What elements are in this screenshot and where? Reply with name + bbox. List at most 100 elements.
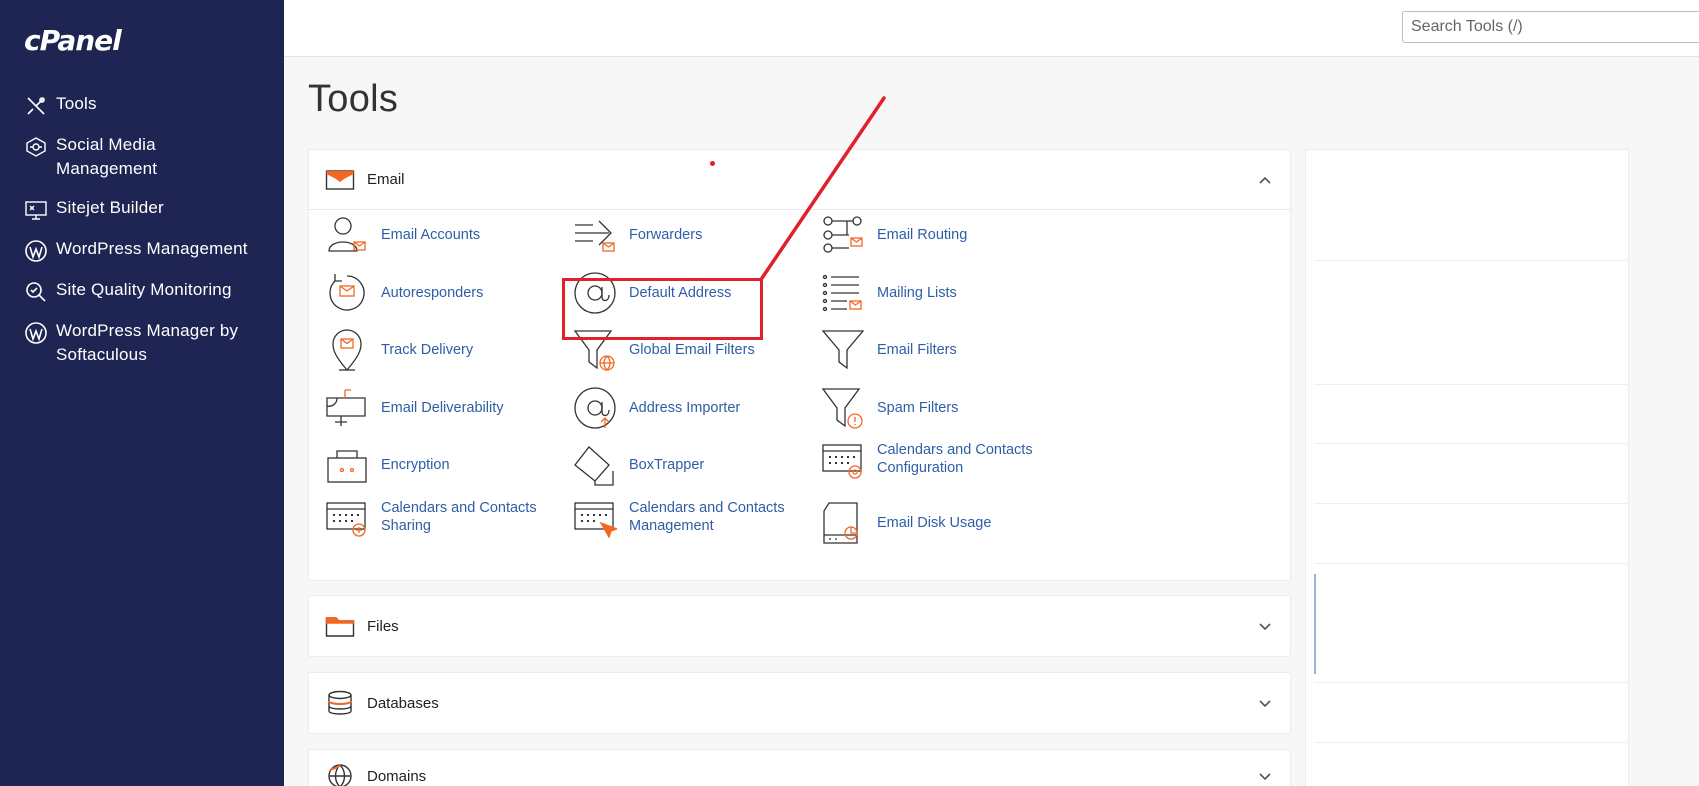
section-title: Files <box>367 617 399 635</box>
email-section: Email Email Accounts Forwarders Email Ro… <box>308 149 1291 581</box>
section-title: Domains <box>367 767 427 785</box>
database-icon <box>328 690 352 715</box>
tool-label: Encryption <box>381 457 450 473</box>
disk-usage-icon <box>823 502 858 544</box>
tool-label: Forwarders <box>629 227 703 243</box>
cpanel-logo[interactable]: cPanel <box>24 24 122 57</box>
tool-label: Address Importer <box>629 400 741 416</box>
sidebar-item-label: Tools <box>56 94 97 113</box>
top-header <box>284 0 1699 57</box>
search-input[interactable] <box>1402 11 1699 43</box>
calendar-management-icon <box>574 502 617 539</box>
sidebar-item-label: Site Quality Monitoring <box>56 280 232 299</box>
divider <box>1314 742 1628 743</box>
tool-label: Calendars and Contacts Configuration <box>877 442 1033 476</box>
mailbox-icon <box>326 389 366 426</box>
sidebar-nav: Tools Social Media Management Sitejet Bu… <box>0 88 284 378</box>
tool-encryption[interactable]: Encryption <box>325 442 565 488</box>
annotation-highlight-box <box>562 278 763 340</box>
divider <box>1314 384 1628 385</box>
tool-email-disk-usage[interactable]: Email Disk Usage <box>821 500 1061 546</box>
page-title: Tools <box>308 78 399 120</box>
section-title: Email <box>367 171 405 188</box>
sidebar-item-sitejet[interactable]: Sitejet Builder <box>0 192 284 226</box>
tool-label: Global Email Filters <box>629 342 755 358</box>
sidebar-item-wordpress-softaculous[interactable]: WordPress Manager by Softaculous <box>0 315 284 371</box>
tool-label: Autoresponders <box>381 285 484 301</box>
files-section: Files <box>308 595 1291 657</box>
divider <box>1314 443 1628 444</box>
annotation-dot <box>710 161 715 166</box>
tool-label: Calendars and Contacts Sharing <box>381 500 537 534</box>
sidebar-item-social-media[interactable]: Social Media Management <box>0 129 284 185</box>
email-tools-grid: Email Accounts Forwarders Email Routing … <box>309 210 1290 580</box>
divider <box>1314 563 1628 564</box>
right-info-panel <box>1305 149 1629 786</box>
sitejet-icon <box>25 201 47 220</box>
chevron-down-icon[interactable] <box>1256 694 1274 712</box>
chevron-up-icon[interactable] <box>1256 171 1274 189</box>
tool-calendars-sharing[interactable]: Calendars and Contacts Sharing <box>325 494 565 540</box>
email-routing-icon <box>823 216 863 253</box>
tool-label: Email Disk Usage <box>877 515 992 531</box>
globe-icon <box>328 764 352 786</box>
tool-spam-filters[interactable]: Spam Filters <box>821 385 1061 431</box>
spam-filter-icon <box>821 388 863 429</box>
email-section-header[interactable]: Email <box>309 150 1290 210</box>
tool-label: Email Routing <box>877 227 968 243</box>
sidebar-item-label: WordPress Management <box>56 239 248 258</box>
calendar-config-icon <box>822 444 862 479</box>
forwarders-icon <box>575 220 615 252</box>
chevron-down-icon[interactable] <box>1256 617 1274 635</box>
sidebar-item-label: WordPress Manager by Softaculous <box>56 321 239 364</box>
databases-section: Databases <box>308 672 1291 734</box>
sidebar-item-wordpress-management[interactable]: WordPress Management <box>0 233 284 267</box>
calendar-sharing-icon <box>326 502 366 537</box>
tool-label: Mailing Lists <box>877 285 957 301</box>
site-quality-icon <box>26 282 46 302</box>
tool-label: Spam Filters <box>877 400 959 416</box>
section-title: Databases <box>367 694 439 712</box>
sidebar-item-tools[interactable]: Tools <box>0 88 284 122</box>
sidebar-item-label: Sitejet Builder <box>56 198 164 217</box>
tool-label: Email Deliverability <box>381 400 504 416</box>
domains-section-header[interactable]: Domains <box>309 750 1290 786</box>
divider <box>1314 503 1628 504</box>
encryption-icon <box>327 450 367 483</box>
databases-section-header[interactable]: Databases <box>309 673 1290 733</box>
folder-icon <box>325 617 355 637</box>
tool-email-routing[interactable]: Email Routing <box>821 212 1061 258</box>
tool-email-deliverability[interactable]: Email Deliverability <box>325 385 565 431</box>
tool-calendars-management[interactable]: Calendars and Contacts Management <box>573 494 813 540</box>
tool-label: Email Accounts <box>381 227 481 243</box>
tool-mailing-lists[interactable]: Mailing Lists <box>821 270 1061 316</box>
sidebar: cPanel Tools Social Media Management Sit… <box>0 0 284 786</box>
tool-forwarders[interactable]: Forwarders <box>573 212 813 258</box>
tool-label: Calendars and Contacts Management <box>629 500 785 534</box>
tool-email-filters[interactable]: Email Filters <box>821 327 1061 373</box>
sidebar-item-site-quality[interactable]: Site Quality Monitoring <box>0 274 284 308</box>
address-importer-icon <box>574 387 616 429</box>
wordpress-icon <box>25 240 47 262</box>
progress-bar <box>1314 574 1316 674</box>
tool-label: Email Filters <box>877 342 957 358</box>
tool-boxtrapper[interactable]: BoxTrapper <box>573 442 813 488</box>
boxtrapper-icon <box>574 446 614 486</box>
tools-icon <box>27 97 45 115</box>
domains-section: Domains <box>308 749 1291 786</box>
autoresponders-icon <box>329 274 365 311</box>
tool-calendars-config[interactable]: Calendars and Contacts Configuration <box>821 436 1101 482</box>
divider <box>1314 260 1628 261</box>
social-media-icon <box>26 137 46 157</box>
email-envelope-icon <box>325 169 355 190</box>
wordpress-icon <box>25 322 47 344</box>
chevron-down-icon[interactable] <box>1256 767 1274 785</box>
tool-email-accounts[interactable]: Email Accounts <box>325 212 565 258</box>
tool-address-importer[interactable]: Address Importer <box>573 385 813 431</box>
tool-autoresponders[interactable]: Autoresponders <box>325 270 565 316</box>
track-delivery-icon <box>332 329 362 371</box>
files-section-header[interactable]: Files <box>309 596 1290 656</box>
filter-icon <box>821 330 865 370</box>
mailing-lists-icon <box>822 274 862 312</box>
tool-track-delivery[interactable]: Track Delivery <box>325 327 565 373</box>
